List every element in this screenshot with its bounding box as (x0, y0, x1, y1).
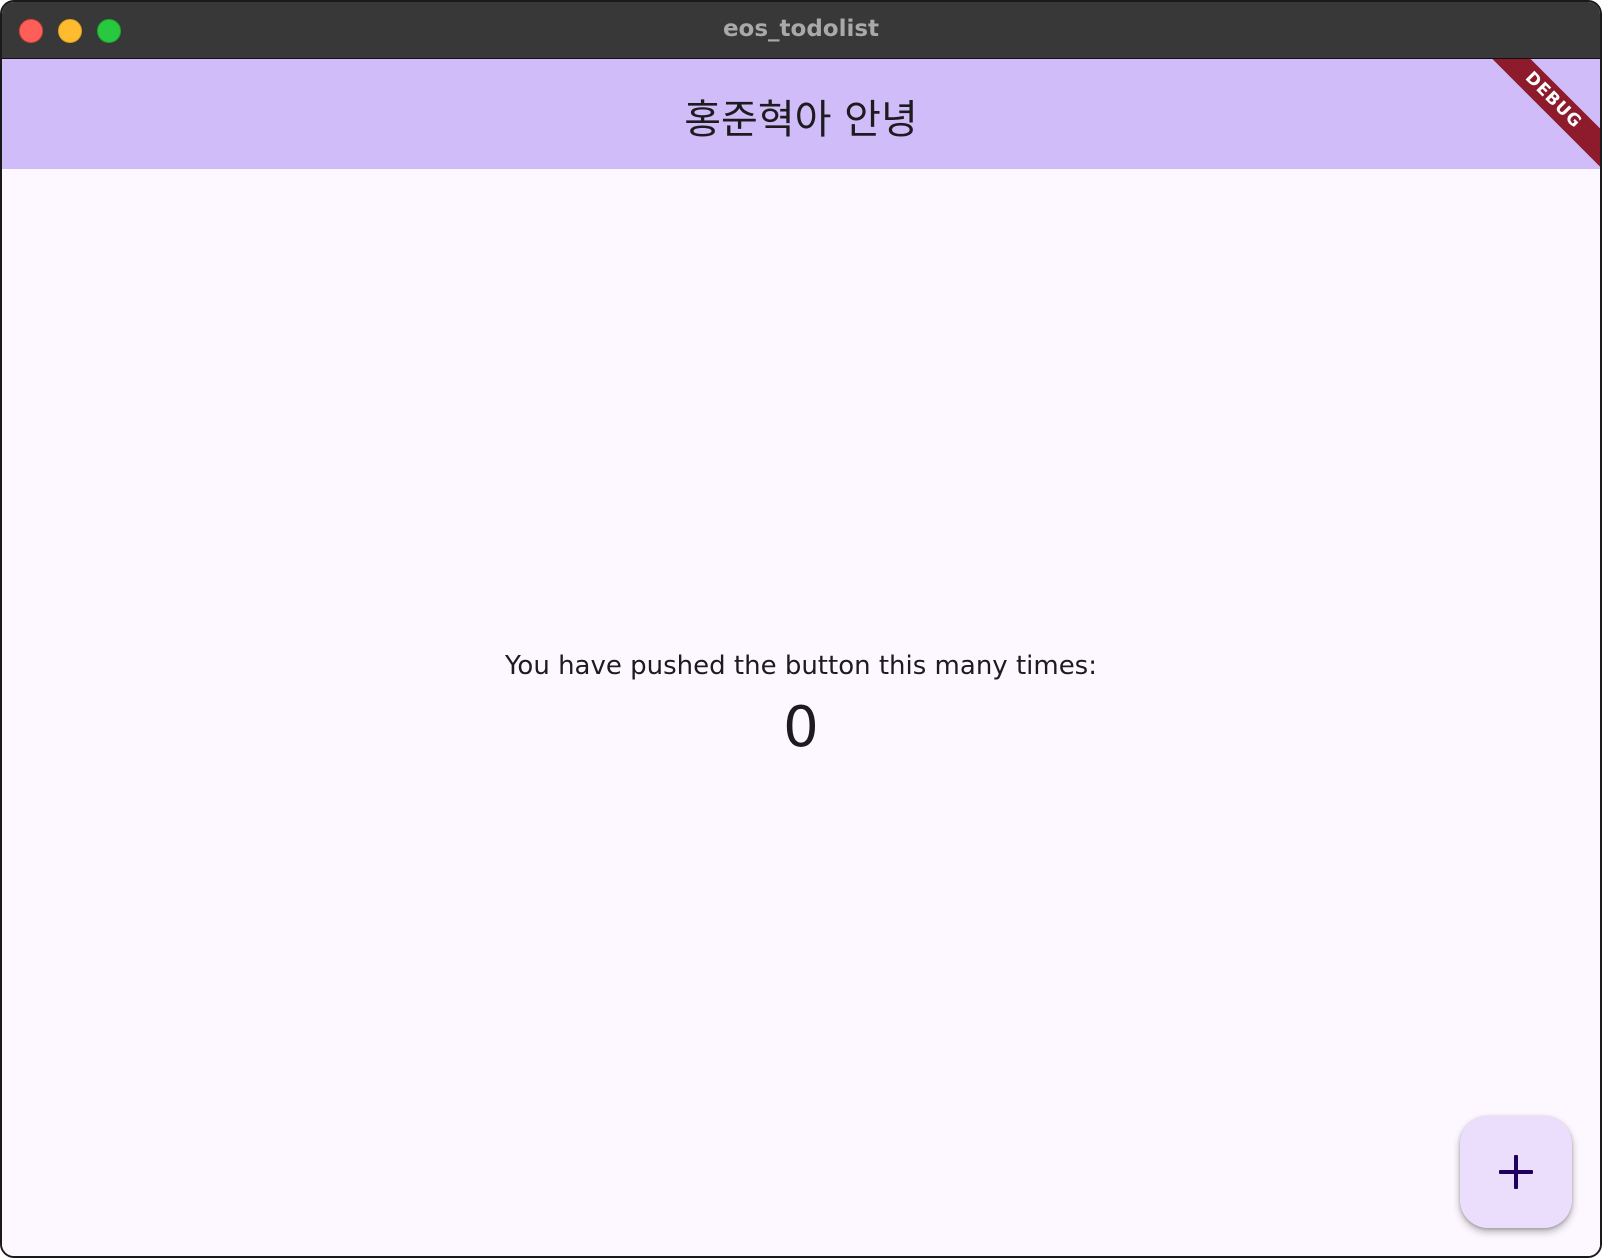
app-window: eos_todolist 홍준혁아 안녕 DEBUG You have push… (0, 0, 1602, 1258)
main-content: You have pushed the button this many tim… (2, 169, 1600, 1256)
counter-label: You have pushed the button this many tim… (504, 651, 1097, 681)
page-title: 홍준혁아 안녕 (684, 97, 918, 143)
window-title: eos_todolist (722, 16, 880, 42)
counter-value: 0 (783, 695, 819, 760)
increment-button[interactable] (1460, 1116, 1572, 1228)
counter-section: You have pushed the button this many tim… (2, 649, 1600, 763)
app-bar: 홍준혁아 안녕 (2, 59, 1600, 169)
window-titlebar[interactable]: eos_todolist (2, 2, 1600, 59)
plus-icon (1499, 1155, 1533, 1189)
